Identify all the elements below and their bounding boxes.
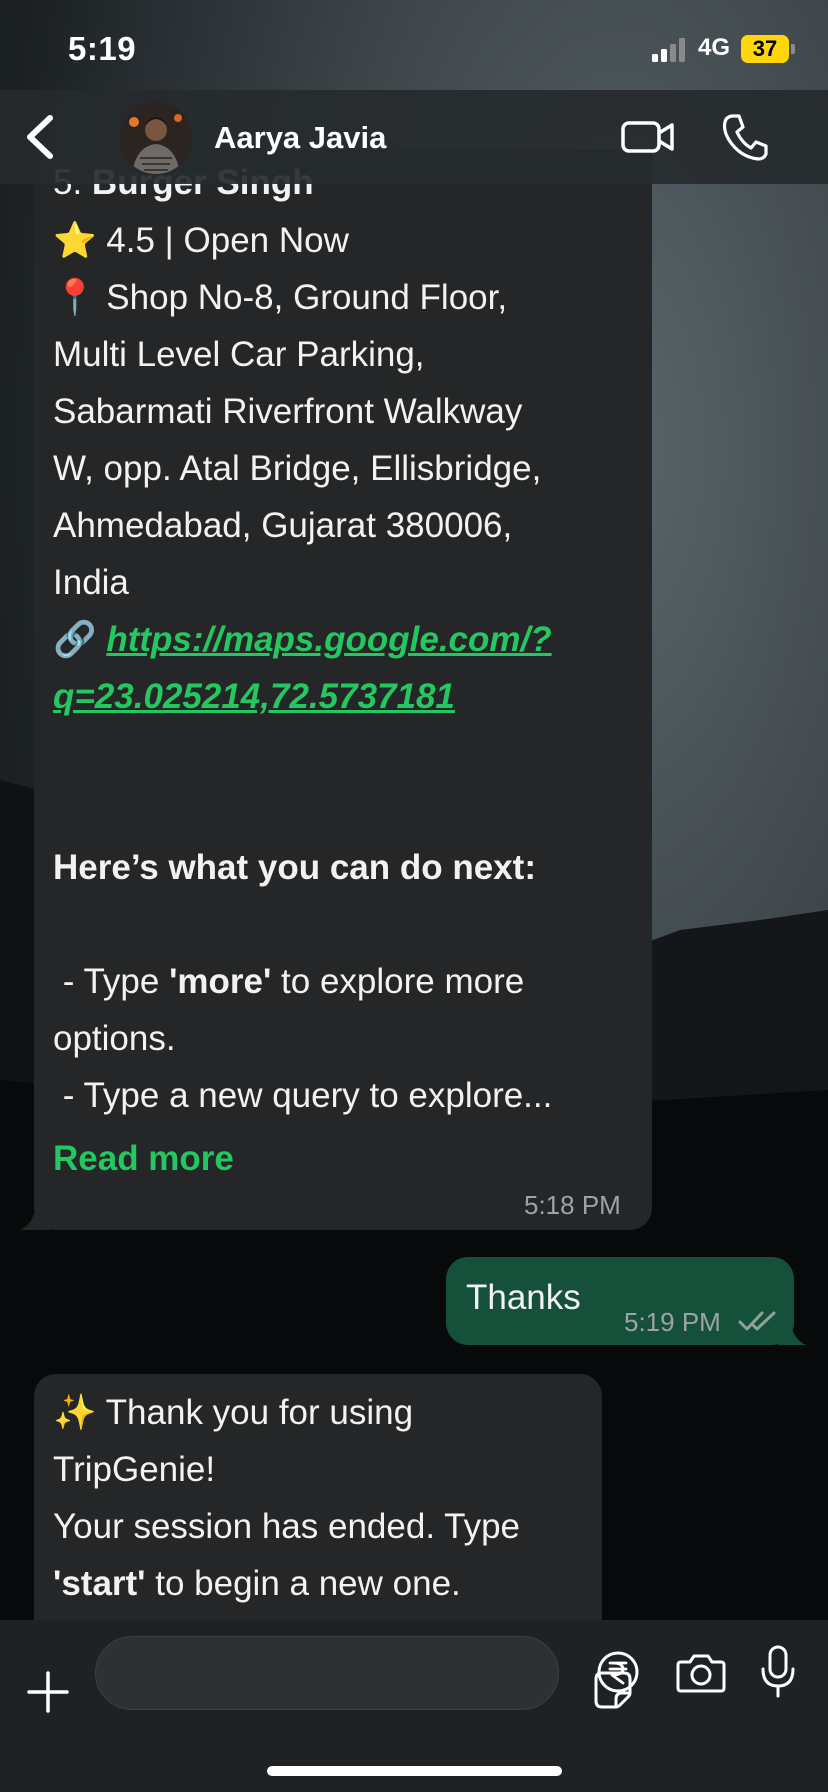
maps-link-line: 🔗 https://maps.google.com/?: [53, 611, 552, 668]
next-heading: Here’s what you can do next:: [53, 848, 536, 887]
back-chevron-icon[interactable]: [20, 112, 60, 162]
maps-link[interactable]: https://maps.google.com/?: [106, 620, 551, 659]
link-icon: 🔗: [53, 620, 97, 659]
bubble-tail: [20, 1204, 50, 1230]
phone-icon[interactable]: [720, 112, 768, 162]
battery-level: 37: [752, 36, 778, 61]
battery-cap: [791, 44, 795, 54]
message-text: to begin a new one.: [145, 1564, 461, 1603]
message-text: Thanks: [466, 1278, 581, 1317]
message-input[interactable]: [95, 1636, 632, 1710]
address-line: W, opp. Atal Bridge, Ellisbridge,: [53, 449, 542, 488]
address-line: Multi Level Car Parking,: [53, 335, 425, 374]
maps-link-line: q=23.025214,72.5737181: [53, 668, 455, 725]
bubble-tail: [778, 1319, 806, 1345]
message-text: Your session has ended. Type: [53, 1507, 521, 1546]
maps-link[interactable]: q=23.025214,72.5737181: [53, 677, 455, 716]
video-call-icon[interactable]: [620, 116, 676, 158]
battery-icon: 37: [741, 35, 789, 63]
address-line: 📍 Shop No-8, Ground Floor,: [53, 278, 508, 317]
status-bar: 5:19 4G 37: [0, 0, 828, 100]
avatar-image: [120, 102, 192, 174]
double-check-icon: [738, 1311, 776, 1331]
chat-header: Aarya Javia: [0, 90, 828, 184]
start-keyword: 'start': [53, 1564, 146, 1603]
incoming-message-bubble[interactable]: 5. Burger Singh ⭐ 4.5 | Open Now 📍 Shop …: [20, 150, 652, 1230]
option-line: - Type a new query to explore...: [53, 1076, 553, 1115]
camera-icon[interactable]: [676, 1652, 726, 1694]
address-line: India: [53, 563, 129, 602]
option-keyword: 'more': [169, 962, 272, 1001]
message-text: 'start' to begin a new one.: [53, 1555, 461, 1612]
microphone-icon[interactable]: [760, 1644, 796, 1700]
address-line: Ahmedabad, Gujarat 380006,: [53, 506, 513, 545]
signal-icon: [652, 38, 685, 62]
compose-bar: [0, 1620, 828, 1792]
status-time: 5:19: [68, 30, 137, 67]
chat-thread[interactable]: 5. Burger Singh ⭐ 4.5 | Open Now 📍 Shop …: [0, 0, 828, 1792]
rating-line: ⭐ 4.5 | Open Now: [53, 221, 349, 260]
contact-name[interactable]: Aarya Javia: [214, 120, 386, 156]
option-line: - Type 'more' to explore more: [53, 953, 525, 1010]
plus-icon[interactable]: [26, 1670, 70, 1714]
option-text: to explore more: [271, 962, 525, 1001]
network-type: 4G: [698, 34, 731, 61]
option-line: options.: [53, 1019, 176, 1058]
message-text: TripGenie!: [53, 1450, 216, 1489]
avatar[interactable]: [120, 102, 192, 174]
home-indicator[interactable]: [267, 1766, 562, 1776]
outgoing-message-bubble[interactable]: Thanks 5:19 PM: [446, 1257, 806, 1345]
message-timestamp: 5:18 PM: [524, 1190, 621, 1220]
option-text: - Type: [53, 962, 170, 1001]
message-timestamp: 5:19 PM: [624, 1307, 721, 1337]
read-more-link[interactable]: Read more: [53, 1130, 234, 1187]
message-text: ✨ Thank you for using: [53, 1393, 414, 1432]
address-line: Sabarmati Riverfront Walkway: [53, 392, 523, 431]
rupee-payment-icon[interactable]: [596, 1650, 640, 1694]
